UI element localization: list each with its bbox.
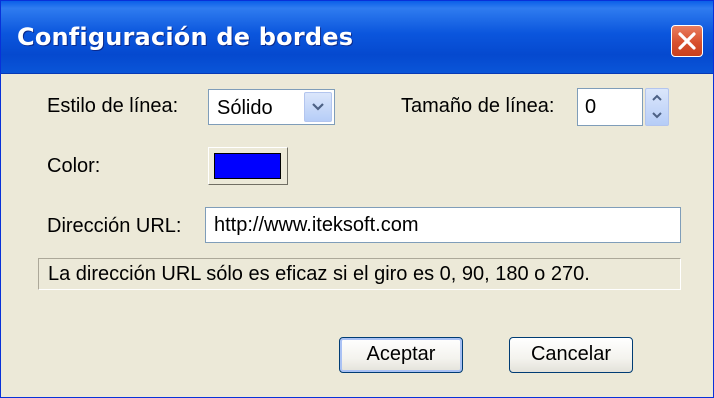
url-field[interactable]: http://www.iteksoft.com (205, 207, 681, 243)
chevron-down-icon (652, 112, 662, 119)
line-size-value: 0 (585, 96, 597, 118)
line-size-label: Tamaño de línea: (401, 95, 555, 117)
info-note-text: La dirección URL sólo es eficaz si el gi… (48, 263, 590, 285)
close-icon (678, 32, 696, 50)
spin-down-button[interactable] (646, 107, 668, 125)
ok-button[interactable]: Aceptar (339, 337, 463, 373)
close-button[interactable] (671, 25, 703, 57)
spin-up-button[interactable] (646, 89, 668, 107)
url-value: http://www.iteksoft.com (214, 214, 419, 236)
color-label: Color: (47, 155, 101, 177)
line-style-select[interactable]: Sólido (208, 89, 335, 125)
color-picker-button[interactable] (208, 147, 288, 185)
line-style-dropdown-button[interactable] (304, 92, 332, 122)
color-swatch (214, 153, 281, 179)
cancel-button[interactable]: Cancelar (509, 337, 633, 373)
title-bar[interactable]: Configuración de bordes (1, 1, 713, 74)
chevron-up-icon (652, 94, 662, 101)
line-size-spinner[interactable] (645, 88, 669, 126)
chevron-down-icon (312, 103, 324, 111)
url-label: Dirección URL: (47, 215, 182, 237)
dialog-title: Configuración de bordes (17, 23, 354, 51)
line-size-input[interactable]: 0 (577, 88, 643, 126)
line-style-value: Sólido (217, 97, 273, 119)
dialog-window: Configuración de bordes Estilo de línea:… (0, 0, 714, 398)
info-note: La dirección URL sólo es eficaz si el gi… (38, 258, 681, 290)
line-style-label: Estilo de línea: (47, 95, 179, 117)
